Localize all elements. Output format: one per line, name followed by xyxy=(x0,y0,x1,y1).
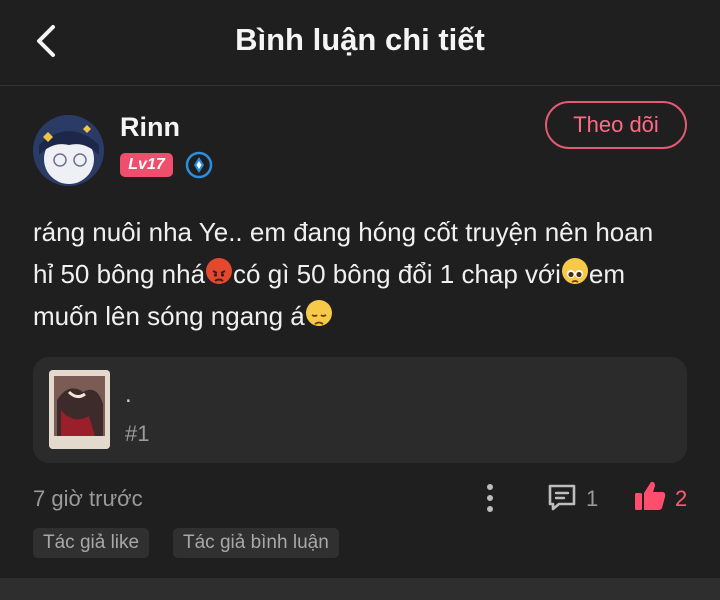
like-count: 2 xyxy=(675,486,688,511)
vip-badge-icon xyxy=(185,151,213,179)
author-like-tag: Tác giả like xyxy=(33,528,150,558)
avatar[interactable] xyxy=(33,115,104,186)
comment-text-line-1: ráng nuôi nha Ye.. em đang hóng cốt truy… xyxy=(33,217,654,247)
angry-face-icon xyxy=(206,258,233,284)
page-title: Bình luận chi tiết xyxy=(235,22,485,57)
author-comment-tag: Tác giả bình luận xyxy=(173,528,339,558)
header-bar: Bình luận chi tiết xyxy=(0,0,720,86)
comment-text-part-3: có gì 50 bông đổi 1 chap với xyxy=(233,259,561,289)
quoted-text: . xyxy=(125,381,132,408)
level-badge: Lv17 xyxy=(120,153,173,177)
chapter-thumbnail xyxy=(49,370,110,449)
quoted-chapter-card[interactable]: . #1 xyxy=(33,357,687,463)
comment-text: ráng nuôi nha Ye.. em đang hóng cốt truy… xyxy=(33,211,693,337)
quoted-number: #1 xyxy=(125,421,150,446)
more-options-icon[interactable] xyxy=(478,481,502,515)
disappointed-face-icon xyxy=(305,300,332,326)
username[interactable]: Rinn xyxy=(120,112,180,143)
pleading-face-icon xyxy=(561,258,588,284)
comment-count: 1 xyxy=(586,486,599,511)
comment-text-part-4: em xyxy=(588,259,626,289)
comment-text-part-5: muốn lên sóng ngang á xyxy=(33,301,305,331)
timestamp: 7 giờ trước xyxy=(33,486,143,511)
bottom-divider xyxy=(0,578,720,600)
comment-icon[interactable] xyxy=(546,481,578,513)
thumbs-up-icon[interactable] xyxy=(633,479,667,513)
follow-button[interactable]: Theo dõi xyxy=(545,101,687,149)
comment-text-part-2: hỉ 50 bông nhá xyxy=(33,259,206,289)
